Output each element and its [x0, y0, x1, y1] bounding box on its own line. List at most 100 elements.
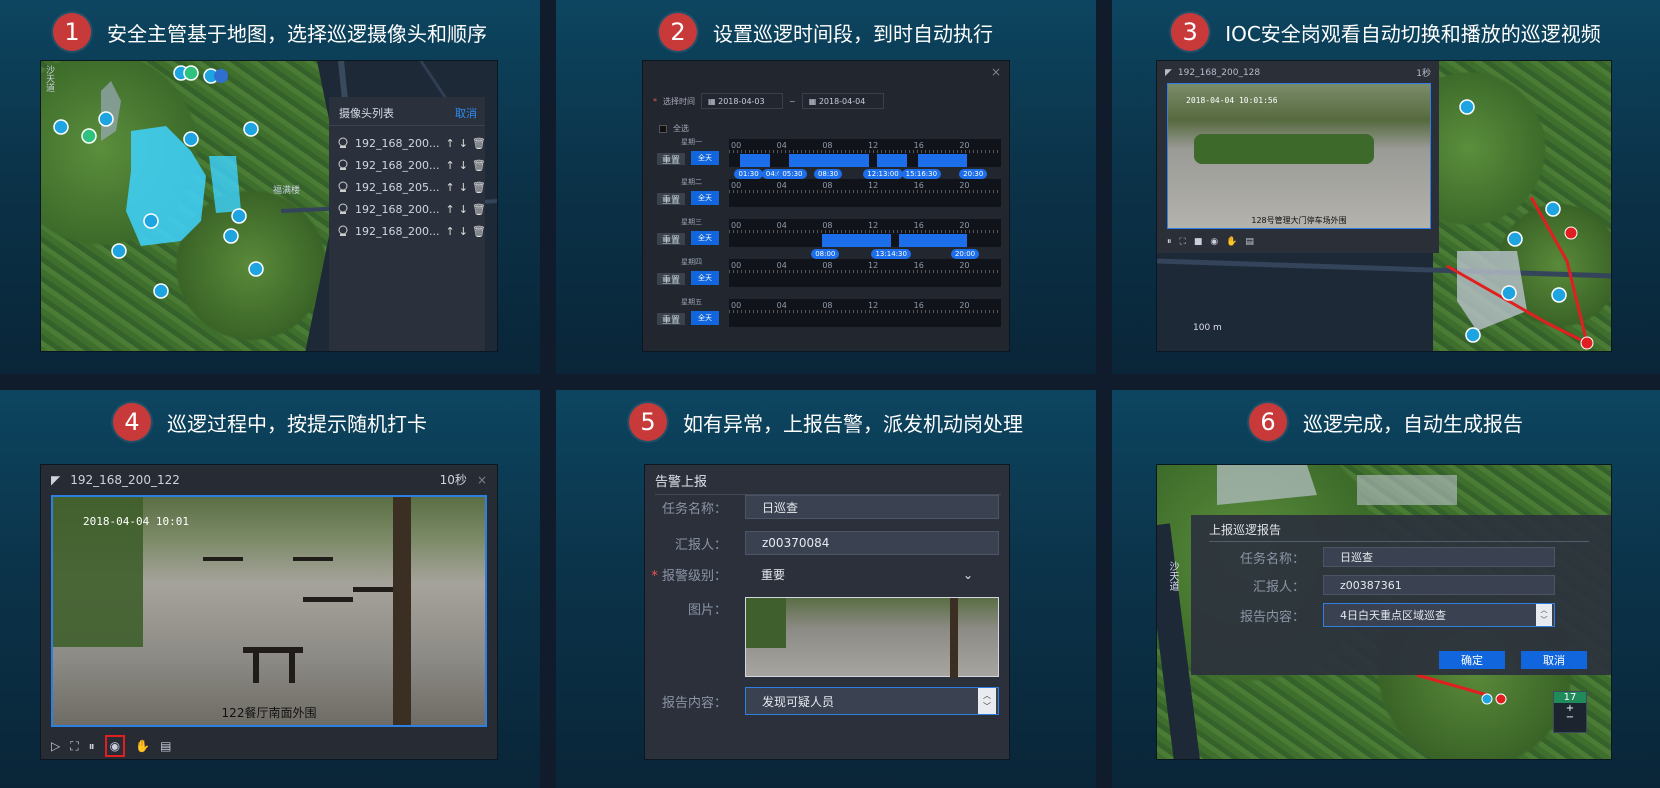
trash-icon[interactable]: 🗑: [472, 225, 486, 238]
trash-icon[interactable]: 🗑: [472, 159, 486, 172]
record-icon[interactable]: ■: [1194, 237, 1203, 247]
content-label: 报告内容：: [661, 695, 727, 711]
tick-label: 16: [913, 141, 924, 150]
arrow-down-icon[interactable]: ↓: [459, 225, 468, 238]
camera-list-item[interactable]: 192_168_200... ↑ ↓ 🗑: [337, 220, 486, 242]
close-icon[interactable]: ×: [991, 65, 1001, 79]
card-4-header: 4 巡逻过程中，按提示随机打卡: [0, 402, 540, 442]
timeline-bar[interactable]: 00 04 08 12 16 20: [729, 299, 1001, 327]
card-3-header: 3 IOC安全岗观看自动切换和播放的巡逻视频: [1112, 12, 1660, 52]
segment-time-label: 20:00: [950, 249, 980, 259]
reporter-input[interactable]: z00370084: [745, 531, 999, 555]
step-title: 设置巡逻时间段，到时自动执行: [713, 21, 993, 46]
reset-button[interactable]: 重置: [657, 153, 685, 166]
card-1-header: 1 安全主管基于地图，选择巡逻摄像头和顺序: [0, 12, 540, 52]
all-day-button[interactable]: 全天: [691, 191, 719, 205]
tick-label: 20: [959, 261, 970, 270]
task-input[interactable]: 日巡查: [1323, 547, 1555, 567]
arrow-up-icon[interactable]: ↑: [445, 159, 454, 172]
spinner-icon[interactable]: ︿ ﹀: [978, 688, 996, 714]
tick-label: 08: [822, 181, 833, 190]
trash-icon[interactable]: 🗑: [472, 181, 486, 194]
reporter-row: 汇报人： z00387361: [1191, 575, 1611, 595]
checkin-icon[interactable]: ◉: [1210, 237, 1218, 247]
arrow-up-icon[interactable]: ↑: [445, 225, 454, 238]
time-segment[interactable]: [918, 154, 968, 167]
all-day-button[interactable]: 全天: [691, 271, 719, 285]
reporter-input[interactable]: z00387361: [1323, 575, 1555, 595]
time-segment[interactable]: [739, 154, 771, 167]
trash-icon[interactable]: 🗑: [472, 137, 486, 150]
day-label: 星期一: [681, 138, 702, 146]
timeline-ticks: [729, 230, 1001, 233]
arrow-up-icon[interactable]: ↑: [445, 181, 454, 194]
reset-button[interactable]: 重置: [657, 313, 685, 326]
all-day-button[interactable]: 全天: [691, 151, 719, 165]
report-icon[interactable]: ▤: [1245, 237, 1254, 247]
date-from-input[interactable]: ▦ 2018-04-03: [701, 93, 783, 109]
hand-icon[interactable]: ✋: [1226, 237, 1237, 247]
camera-list-cancel-link[interactable]: 取消: [455, 105, 477, 121]
time-segment[interactable]: [789, 154, 869, 167]
tick-label: 08: [822, 221, 833, 230]
select-all-checkbox[interactable]: 全选: [659, 123, 689, 134]
reset-button[interactable]: 重置: [657, 193, 685, 206]
camera-list-item[interactable]: 192_168_205... ↑ ↓ 🗑: [337, 176, 486, 198]
time-segment[interactable]: [876, 154, 908, 167]
alarm-image-thumb[interactable]: [745, 597, 999, 678]
time-label: 选择时间: [663, 96, 695, 106]
checkin-icon[interactable]: ◉: [104, 735, 126, 757]
zoom-out-icon[interactable]: −: [1566, 713, 1574, 723]
hand-icon[interactable]: ✋: [135, 739, 150, 753]
reset-button[interactable]: 重置: [657, 273, 685, 286]
camera-icon: [337, 137, 349, 149]
step-number: 2: [659, 13, 697, 51]
pause-icon[interactable]: ⏸: [89, 739, 95, 754]
all-day-button[interactable]: 全天: [691, 231, 719, 245]
pause-icon[interactable]: ⏸: [1167, 237, 1172, 247]
tick-label: 12: [868, 261, 879, 270]
task-row: 任务名称： 日巡查: [1191, 547, 1611, 567]
level-select[interactable]: 重要 ⌄: [745, 566, 999, 583]
task-input[interactable]: 日巡查: [745, 495, 999, 519]
reset-button[interactable]: 重置: [657, 233, 685, 246]
segment-time-label: 08:00: [811, 249, 840, 259]
content-textarea[interactable]: 发现可疑人员 ︿ ﹀: [745, 687, 999, 715]
play-icon[interactable]: ▷: [51, 739, 60, 753]
close-icon[interactable]: ×: [477, 473, 487, 487]
content-textarea[interactable]: 4日白天重点区域巡查 ︿ ﹀: [1323, 603, 1555, 627]
confirm-button[interactable]: 确定: [1439, 651, 1505, 669]
arrow-down-icon[interactable]: ↓: [459, 181, 468, 194]
time-segment[interactable]: [822, 234, 891, 247]
trash-icon[interactable]: 🗑: [472, 203, 486, 216]
screenshot-icon[interactable]: ⛶: [70, 739, 78, 754]
arrow-down-icon[interactable]: ↓: [459, 203, 468, 216]
time-segment[interactable]: [898, 234, 968, 247]
arrow-down-icon[interactable]: ↓: [459, 137, 468, 150]
timeline-bar[interactable]: 00 04 08 12 16 20: [729, 259, 1001, 287]
camera-list-item[interactable]: 192_168_200... ↑ ↓ 🗑: [337, 154, 486, 176]
all-day-button[interactable]: 全天: [691, 311, 719, 325]
tick-label: 08: [822, 141, 833, 150]
timeline-bar[interactable]: 00 04 08 12 16 20 01:30 04:00 05:30 08:30 12:13:00…: [729, 139, 1001, 179]
spinner-icon[interactable]: ︿ ﹀: [1536, 604, 1552, 626]
arrow-up-icon[interactable]: ↑: [445, 203, 454, 216]
cancel-button[interactable]: 取消: [1521, 651, 1587, 669]
map-label-road: 沙天道: [44, 65, 54, 92]
date-to-input[interactable]: ▦ 2018-04-04: [801, 93, 884, 109]
camera-title: 192_168_200_128: [1177, 67, 1261, 78]
level-label-wrap: * 报警级别：: [651, 569, 727, 584]
timeline-bar[interactable]: 00 04 08 12 16 20 08:00 13:14:30 20:00: [729, 219, 1001, 259]
tick-label: 16: [913, 181, 924, 190]
screenshot-icon[interactable]: ⛶: [1180, 237, 1186, 247]
camera-list-item[interactable]: 192_168_200... ↑ ↓ 🗑: [337, 132, 486, 154]
card-2: 2 设置巡逻时间段，到时自动执行 × * 选择时间 ▦ 2018-04-03 ~ …: [556, 0, 1096, 374]
report-icon[interactable]: ▤: [160, 739, 171, 753]
timeline-bar[interactable]: 00 04 08 12 16 20: [729, 179, 1001, 207]
tree-trunk: [950, 598, 958, 678]
zoom-level: 17: [1554, 692, 1586, 703]
camera-list-item[interactable]: 192_168_200... ↑ ↓ 🗑: [337, 198, 486, 220]
card-1: 1 安全主管基于地图，选择巡逻摄像头和顺序 福满楼 沙天道 摄像头列表 取消 1…: [0, 0, 540, 374]
arrow-up-icon[interactable]: ↑: [445, 137, 454, 150]
arrow-down-icon[interactable]: ↓: [459, 159, 468, 172]
